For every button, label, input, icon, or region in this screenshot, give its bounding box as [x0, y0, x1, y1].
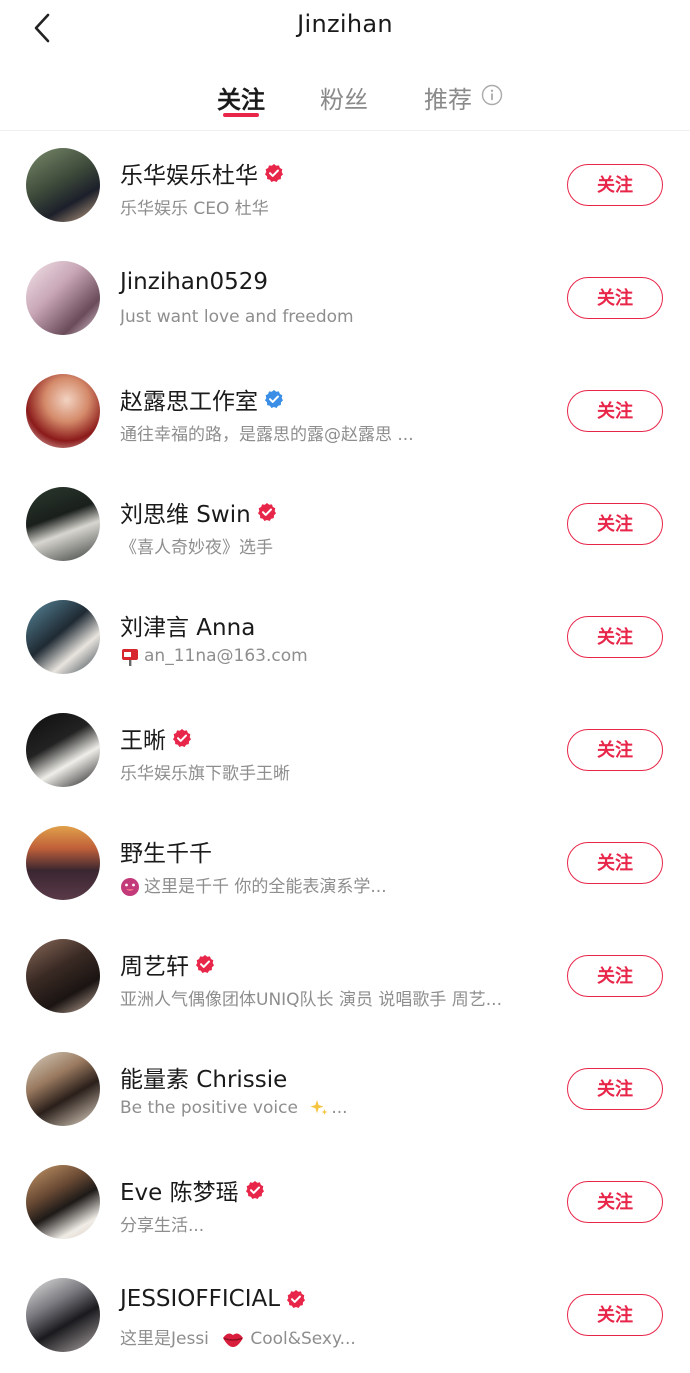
avatar[interactable] [26, 261, 100, 335]
avatar[interactable] [26, 487, 100, 561]
tab-recommended[interactable]: 推荐 [424, 80, 472, 115]
follow-button[interactable]: 关注 [567, 164, 663, 206]
list-item[interactable]: Eve 陈梦瑶 分享生活... 关注 [0, 1147, 690, 1260]
avatar[interactable] [26, 148, 100, 222]
follow-button[interactable]: 关注 [567, 616, 663, 658]
lips-icon [223, 1333, 244, 1347]
list-item[interactable]: Jinzihan0529 Just want love and freedom … [0, 243, 690, 356]
user-bio: an_11na@163.com [120, 646, 308, 666]
mailbox-icon [122, 649, 138, 666]
list-item[interactable]: JESSIOFFICIAL 这里是Jessi Cool&Sexy... 关注 [0, 1260, 690, 1373]
user-bio: 分享生活... [120, 1216, 205, 1236]
follow-button[interactable]: 关注 [567, 503, 663, 545]
user-bio: 这里是千千 你的全能表演系学... [120, 872, 387, 897]
avatar[interactable] [26, 1278, 100, 1352]
user-name: 能量素 Chrissie [120, 1067, 288, 1093]
user-bio: 乐华娱乐旗下歌手王晰 [120, 764, 290, 784]
list-item[interactable]: 乐华娱乐杜华 乐华娱乐 CEO 杜华 关注 [0, 130, 690, 243]
verified-badge-icon [245, 1181, 264, 1199]
verified-badge-icon [257, 503, 276, 521]
user-name: 野生千千 [120, 841, 212, 867]
avatar[interactable] [26, 374, 100, 448]
follow-button[interactable]: 关注 [567, 1294, 663, 1336]
user-bio: 通往幸福的路，是露思的露@赵露思 ... [120, 425, 414, 445]
user-name: Eve 陈梦瑶 [120, 1173, 265, 1207]
follow-button[interactable]: 关注 [567, 955, 663, 997]
list-item[interactable]: 赵露思工作室 通往幸福的路，是露思的露@赵露思 ... 关注 [0, 356, 690, 469]
user-bio: 亚洲人气偶像团体UNIQ队长 演员 说唱歌手 周艺... [120, 990, 502, 1010]
verified-blue-badge-icon [265, 390, 283, 408]
list-item[interactable]: 能量素 Chrissie Be the positive voice ... 关… [0, 1034, 690, 1147]
list-item[interactable]: 野生千千 这里是千千 你的全能表演系学... 关注 [0, 808, 690, 921]
user-bio: Be the positive voice ... [120, 1098, 348, 1118]
user-name: 周艺轩 [120, 947, 215, 981]
user-name: 刘津言 Anna [120, 615, 256, 641]
list-item[interactable]: 王晰 乐华娱乐旗下歌手王晰 关注 [0, 695, 690, 808]
list-item[interactable]: 刘津言 Anna an_11na@163.com 关注 [0, 582, 690, 695]
user-bio: Just want love and freedom [120, 307, 354, 327]
tab-following[interactable]: 关注 [217, 80, 265, 115]
avatar[interactable] [26, 1165, 100, 1239]
follow-button[interactable]: 关注 [567, 729, 663, 771]
user-name: 王晰 [120, 721, 192, 755]
user-name: 赵露思工作室 [120, 382, 284, 416]
tab-bar: 关注 粉丝 推荐 [0, 56, 690, 131]
top-bar: Jinzihan [0, 0, 690, 56]
active-tab-indicator [223, 113, 259, 117]
user-bio: 乐华娱乐 CEO 杜华 [120, 199, 269, 219]
verified-badge-icon [265, 164, 283, 182]
user-bio: 这里是Jessi Cool&Sexy... [120, 1329, 356, 1349]
avatar[interactable] [26, 600, 100, 674]
user-name: Jinzihan0529 [120, 269, 268, 295]
info-icon[interactable] [481, 84, 503, 106]
avatar[interactable] [26, 713, 100, 787]
sparkles-icon [310, 1100, 328, 1115]
follow-button[interactable]: 关注 [567, 1181, 663, 1223]
follow-button[interactable]: 关注 [567, 277, 663, 319]
user-name: JESSIOFFICIAL [120, 1286, 306, 1312]
user-name: 乐华娱乐杜华 [120, 156, 284, 190]
tab-fans[interactable]: 粉丝 [320, 80, 368, 115]
list-item[interactable]: 刘思维 Swin 《喜人奇妙夜》选手 关注 [0, 469, 690, 582]
tongue-icon [121, 878, 139, 896]
verified-badge-icon [196, 955, 214, 973]
verified-badge-icon [287, 1290, 306, 1308]
avatar[interactable] [26, 939, 100, 1013]
user-name: 刘思维 Swin [120, 495, 277, 529]
avatar[interactable] [26, 1052, 100, 1126]
follow-button[interactable]: 关注 [567, 390, 663, 432]
follow-button[interactable]: 关注 [567, 1068, 663, 1110]
avatar[interactable] [26, 826, 100, 900]
user-bio: 《喜人奇妙夜》选手 [120, 538, 273, 558]
follow-button[interactable]: 关注 [567, 842, 663, 884]
list-item[interactable]: 周艺轩 亚洲人气偶像团体UNIQ队长 演员 说唱歌手 周艺... 关注 [0, 921, 690, 1034]
page-title: Jinzihan [297, 10, 393, 38]
verified-badge-icon [173, 729, 191, 747]
